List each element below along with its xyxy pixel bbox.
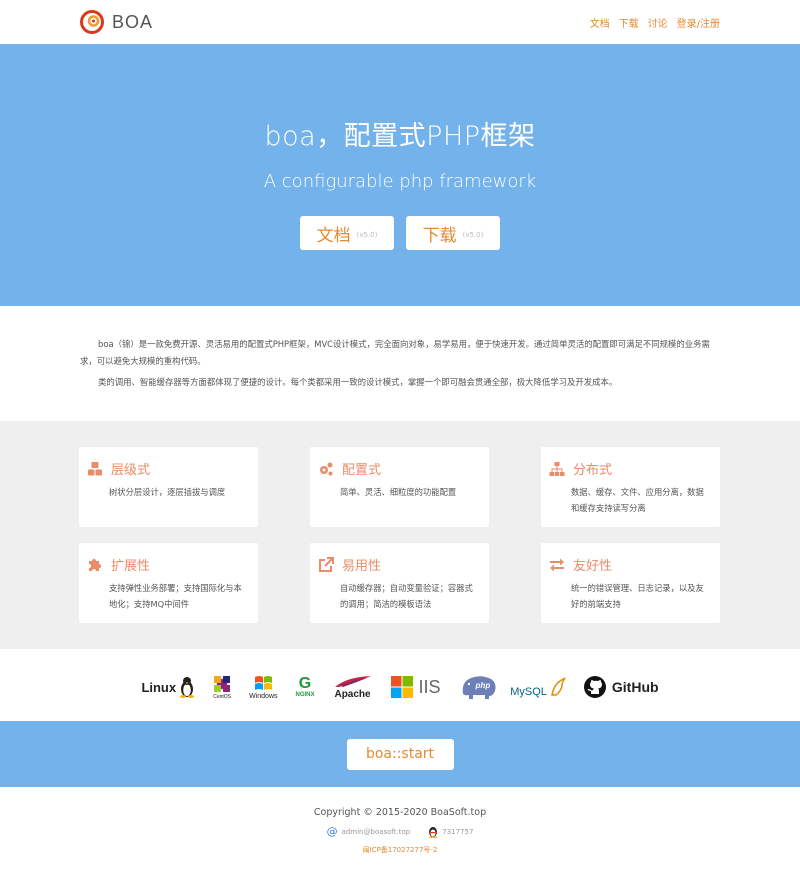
external-link-icon [318, 556, 334, 573]
main-nav: 文档 下载 讨论 登录/注册 [590, 15, 720, 30]
copyright: Copyright © 2015-2020 BoaSoft.top [313, 807, 487, 818]
microsoft-icon [390, 676, 413, 698]
boa-logo-icon [80, 10, 104, 34]
nav-download-link[interactable]: 下载 [619, 15, 639, 30]
feature-title: 易用性 [342, 559, 382, 574]
linux-logo: Linux [141, 676, 195, 698]
hero-buttons: 文档 (v5.0) 下载 (v5.0) [0, 216, 800, 250]
tux-icon [180, 677, 195, 698]
sitemap-icon [549, 461, 565, 477]
download-button[interactable]: 下载 (v5.0) [406, 216, 500, 250]
brand[interactable]: BOA [80, 10, 153, 34]
qq-text: 7317757 [442, 827, 474, 836]
feature-desc: 数据、缓存、文件、应用分离，数据和缓存支持读写分离 [571, 487, 704, 513]
feature-title: 扩展性 [111, 559, 151, 574]
feature-card-friendly: 友好性 统一的错误管理、日志记录，以及友好的前端支持 [541, 543, 720, 623]
nav-docs-link[interactable]: 文档 [590, 15, 610, 30]
apache-feather-icon [334, 675, 371, 687]
start-bar: boa::start [0, 721, 800, 787]
top-navbar: BOA 文档 下载 讨论 登录/注册 [0, 0, 800, 44]
feature-title: 友好性 [573, 559, 613, 574]
nav-login-link[interactable]: 登录/注册 [677, 15, 720, 30]
email-text: admin@boasoft.top [341, 827, 411, 836]
gears-icon [318, 461, 334, 477]
feature-desc: 统一的错误管理、日志记录，以及友好的前端支持 [571, 583, 704, 609]
feature-card-configurable: 配置式 简单、灵活、细粒度的功能配置 [310, 447, 489, 527]
download-button-label: 下载 [422, 225, 457, 246]
contacts: @ admin@boasoft.top 7317757 [0, 825, 800, 838]
feature-title: 分布式 [573, 463, 613, 478]
docs-button-version: (v5.0) [356, 231, 378, 239]
qq-contact[interactable]: 7317757 [428, 826, 473, 838]
feature-title: 配置式 [342, 463, 382, 478]
nav-discuss-link[interactable]: 讨论 [648, 15, 668, 30]
download-button-version: (v5.0) [462, 231, 484, 239]
feature-desc: 自动缓存器；自动变量验证；容器式的调用；简洁的模板语法 [340, 583, 473, 609]
feature-card-layered: 层级式 树状分层设计，逐层插拔与调度 [79, 447, 258, 527]
at-icon: @ [326, 825, 338, 838]
docs-button-label: 文档 [316, 225, 351, 246]
feature-card-extensible: 扩展性 支持弹性业务部署；支持国际化与本地化；支持MQ中间件 [79, 543, 258, 623]
intro-paragraph: 类的调用、智能缓存器等方面都体现了便捷的设计。每个类都采用一致的设计模式，掌握一… [98, 377, 618, 387]
hero-subtitle: A configurable php framework [263, 171, 537, 192]
footer: Copyright © 2015-2020 BoaSoft.top @ admi… [0, 787, 800, 855]
nginx-logo: G NGINX [295, 675, 315, 699]
iis-logo: IIS [390, 676, 441, 698]
icp-link[interactable]: 闽ICP备17027277号-2 [0, 845, 800, 855]
puzzle-icon [87, 557, 103, 573]
windows-logo: Windows [249, 674, 278, 700]
feature-title: 层级式 [111, 463, 151, 478]
feature-desc: 树状分层设计，逐层插拔与调度 [109, 487, 226, 497]
intro-paragraph: boa（锦）是一款免费开源、灵活易用的配置式PHP框架，MVC设计模式，完全面向… [80, 339, 710, 366]
intro-section: boa（锦）是一款免费开源、灵活易用的配置式PHP框架，MVC设计模式，完全面向… [0, 306, 800, 421]
email-contact[interactable]: @ admin@boasoft.top [327, 825, 411, 838]
centos-logo: CentOS [213, 675, 231, 700]
feature-desc: 支持弹性业务部署；支持国际化与本地化；支持MQ中间件 [109, 583, 242, 609]
github-logo: GitHub [583, 676, 659, 698]
dolphin-icon [550, 677, 566, 696]
tech-logos: Linux CentOS Windows G NGINX Apache IIS … [0, 649, 800, 721]
cubes-icon [87, 461, 103, 477]
nginx-g-icon: G [298, 675, 312, 692]
feature-card-distributed: 分布式 数据、缓存、文件、应用分离，数据和缓存支持读写分离 [541, 447, 720, 527]
features-section: 层级式 树状分层设计，逐层插拔与调度 配置式 简单、灵活、细粒度的功能配置 分布… [0, 421, 800, 649]
hero: boa，配置式PHP框架 A configurable php framewor… [0, 44, 800, 306]
feature-card-usability: 易用性 自动缓存器；自动变量验证；容器式的调用；简洁的模板语法 [310, 543, 489, 623]
start-button[interactable]: boa::start [346, 738, 454, 770]
qq-penguin-icon [429, 826, 438, 838]
windows-icon [255, 676, 273, 690]
php-logo: php [459, 674, 517, 700]
mysql-logo: MySQL [510, 676, 566, 698]
feature-desc: 简单、灵活、细粒度的功能配置 [340, 487, 457, 497]
hero-title: boa，配置式PHP框架 [264, 121, 536, 152]
github-icon [583, 676, 606, 698]
brand-name: BOA [112, 11, 154, 32]
docs-button[interactable]: 文档 (v5.0) [300, 216, 394, 250]
exchange-icon [549, 557, 565, 573]
centos-icon [214, 675, 231, 692]
apache-logo: Apache [333, 675, 373, 700]
